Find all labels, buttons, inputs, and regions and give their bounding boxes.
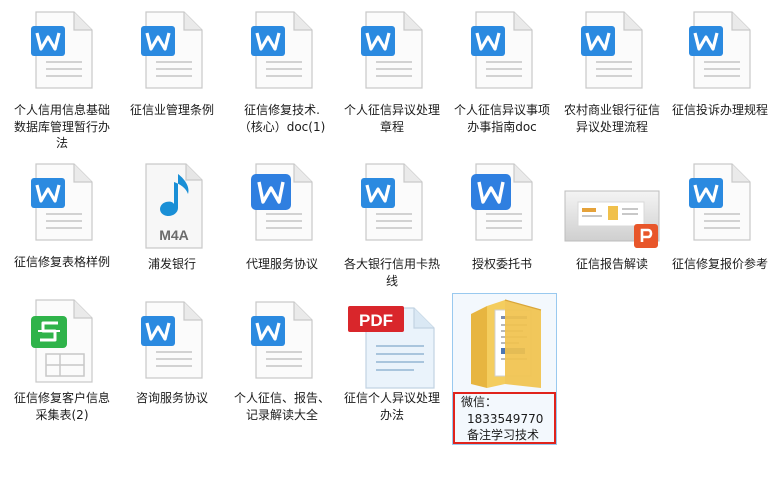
file-label: 征信业管理条例 xyxy=(129,103,214,117)
file-item[interactable]: 个人征信异议事项办事指南doc xyxy=(450,6,554,156)
file-item[interactable]: 授权委托书 xyxy=(450,160,554,290)
file-item[interactable]: 代理服务协议 xyxy=(230,160,334,290)
word-document-icon xyxy=(360,162,424,242)
word-document-icon xyxy=(688,162,752,242)
file-label: 代理服务协议 xyxy=(245,257,318,271)
wechat-contact-box: 微信： 1833549770 备注学习技术 xyxy=(453,392,556,444)
word-document-icon xyxy=(250,10,314,90)
wechat-label: 微信： xyxy=(461,395,498,409)
file-label: 征信修复客户信息采集表(2) xyxy=(14,391,111,422)
file-item[interactable]: 各大银行信用卡热线 xyxy=(340,160,444,290)
word-document-icon xyxy=(470,10,534,90)
word-document-icon xyxy=(140,300,204,380)
word-document-icon xyxy=(360,10,424,90)
file-item[interactable]: 个人信用信息基础数据库管理暂行办法 xyxy=(10,6,114,156)
word-document-icon xyxy=(140,10,204,90)
file-item[interactable]: 征信修复客户信息采集表(2) xyxy=(10,296,114,446)
file-label: 征信修复技术.（核心）doc(1) xyxy=(238,103,326,134)
wechat-note: 备注学习技术 xyxy=(467,428,540,442)
word-document-icon xyxy=(688,10,752,90)
file-label: 个人征信异议处理章程 xyxy=(344,103,441,134)
file-label: 个人信用信息基础数据库管理暂行办法 xyxy=(14,103,111,150)
file-label: 个人征信、报告、记录解读大全 xyxy=(234,391,331,422)
pdf-badge: PDF xyxy=(359,311,393,330)
word-document-icon xyxy=(470,162,534,242)
word-document-icon xyxy=(30,10,94,90)
file-label: 征信修复表格样例 xyxy=(14,255,111,269)
pdf-icon: PDF xyxy=(344,302,440,390)
file-item[interactable]: 征信修复表格样例 xyxy=(10,160,114,290)
file-label: 个人征信异议事项办事指南doc xyxy=(454,103,551,134)
m4a-badge: M4A xyxy=(159,227,189,243)
word-document-icon xyxy=(30,162,94,242)
file-label: 农村商业银行征信异议处理流程 xyxy=(564,103,661,134)
file-label: 咨询服务协议 xyxy=(135,391,208,405)
word-document-icon xyxy=(250,162,314,242)
spreadsheet-icon xyxy=(30,298,94,384)
file-item[interactable]: 征信投诉办理规程 xyxy=(668,6,772,156)
file-label: 浦发银行 xyxy=(147,257,196,271)
file-item[interactable]: 征信报告解读 xyxy=(560,160,664,290)
file-item[interactable]: 个人征信异议处理章程 xyxy=(340,6,444,156)
powerpoint-icon xyxy=(564,190,660,250)
word-document-icon xyxy=(580,10,644,90)
file-item[interactable]: 征信修复技术.（核心）doc(1) xyxy=(230,6,334,156)
wechat-id: 1833549770 xyxy=(467,411,544,426)
file-item[interactable]: 咨询服务协议 xyxy=(120,296,224,446)
file-item[interactable]: PDF 征信个人异议处理办法 xyxy=(340,296,444,446)
folder-icon xyxy=(465,296,545,392)
file-item[interactable]: 征信修复报价参考 xyxy=(668,160,772,290)
file-label: 授权委托书 xyxy=(471,257,532,271)
file-item[interactable]: M4A 浦发银行 xyxy=(120,160,224,290)
file-item[interactable]: 个人征信、报告、记录解读大全 xyxy=(230,296,334,446)
file-item[interactable]: 农村商业银行征信异议处理流程 xyxy=(560,6,664,156)
file-label: 征信修复报价参考 xyxy=(672,257,769,271)
file-item[interactable]: 征信业管理条例 xyxy=(120,6,224,156)
file-label: 征信报告解读 xyxy=(575,257,648,271)
file-label: 各大银行信用卡热线 xyxy=(344,257,441,288)
file-label: 征信个人异议处理办法 xyxy=(344,391,441,422)
file-label: 征信投诉办理规程 xyxy=(672,103,769,117)
m4a-audio-icon: M4A xyxy=(140,162,204,250)
word-document-icon xyxy=(250,300,314,380)
